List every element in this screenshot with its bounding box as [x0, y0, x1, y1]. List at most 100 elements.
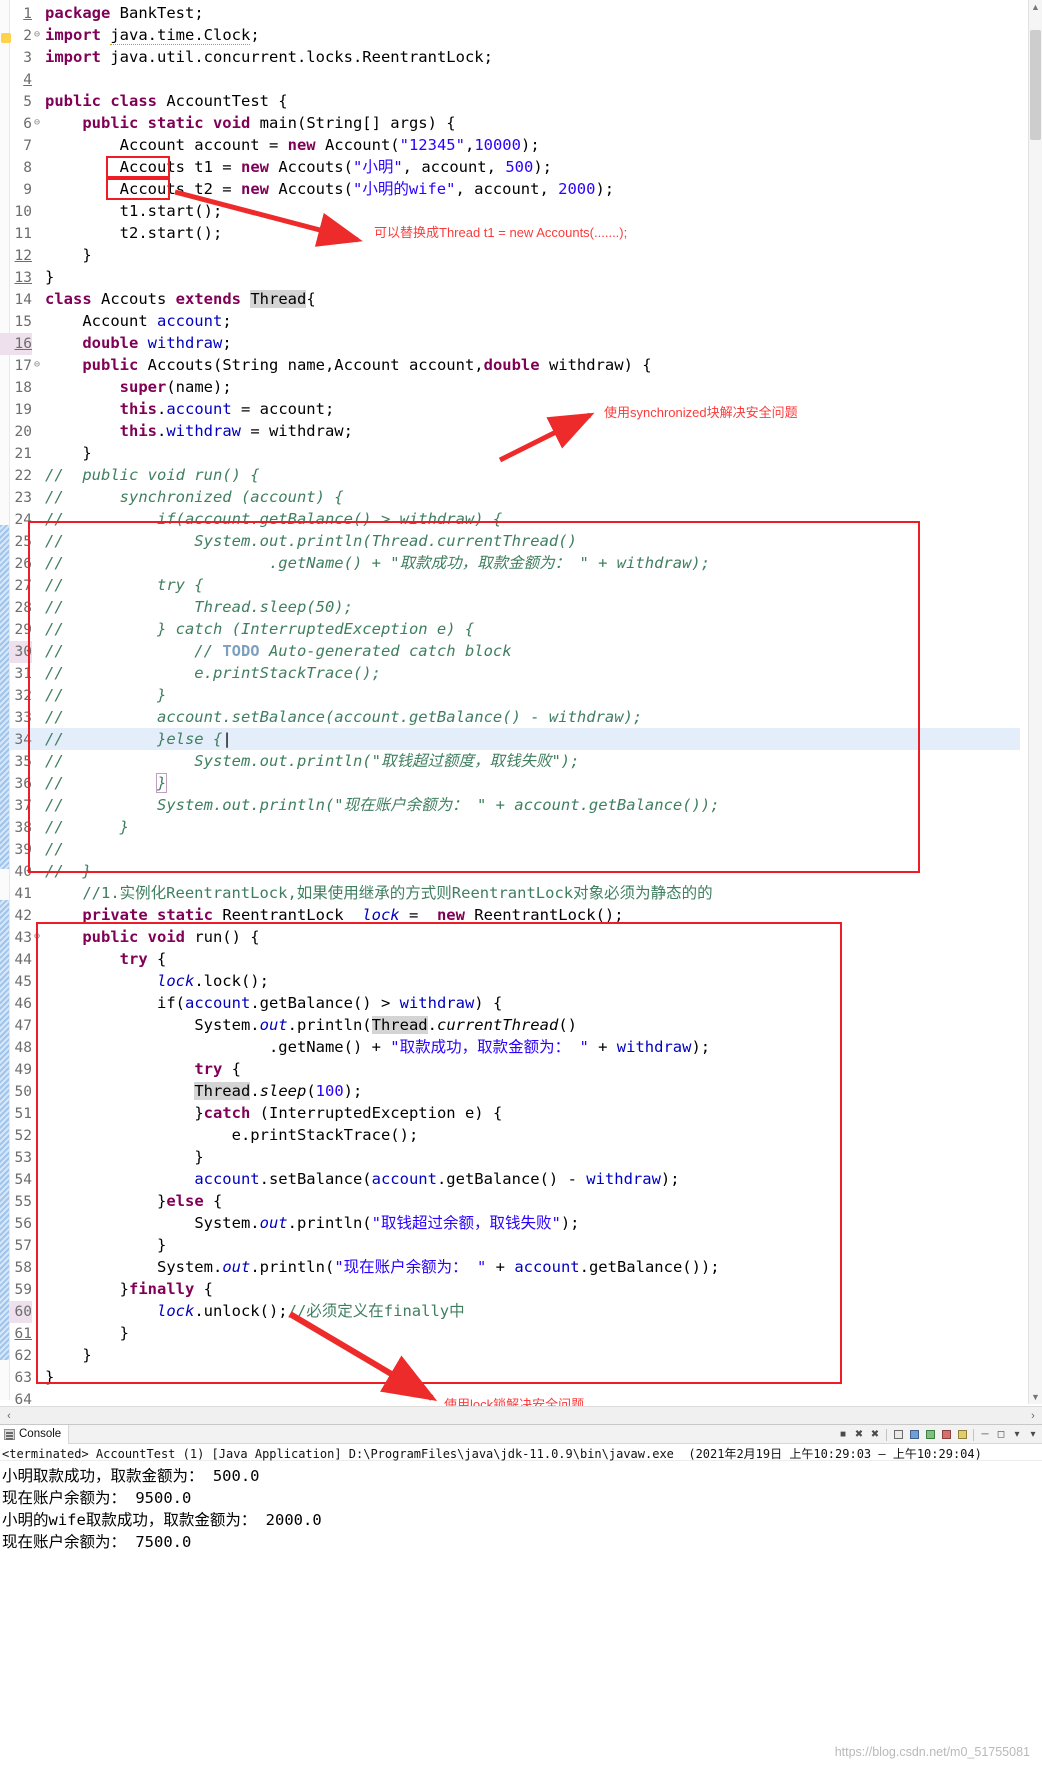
warning-marker-icon[interactable] — [1, 33, 11, 43]
vertical-scroll-thumb[interactable] — [1030, 30, 1041, 140]
code-line[interactable]: 18 super(name); — [0, 376, 1020, 398]
code-line[interactable]: 53 } — [0, 1146, 1020, 1168]
code-line[interactable]: 62 } — [0, 1344, 1020, 1366]
scroll-down-button[interactable]: ▼ — [1029, 1390, 1042, 1404]
maximize-icon[interactable]: ◻ — [994, 1427, 1008, 1442]
code-line[interactable]: 27// try { — [0, 574, 1020, 596]
code-line[interactable]: 41 //1.实例化ReentrantLock,如果使用继承的方式则Reentr… — [0, 882, 1020, 904]
code-line[interactable]: 45 lock.lock(); — [0, 970, 1020, 992]
code-line[interactable]: 15 Account account; — [0, 310, 1020, 332]
code-line[interactable]: 3 import java.util.concurrent.locks.Reent… — [0, 46, 1020, 68]
code-line[interactable]: 49 try { — [0, 1058, 1020, 1080]
code-line[interactable]: 46 if(account.getBalance() > withdraw) { — [0, 992, 1020, 1014]
terminate-icon[interactable]: ■ — [836, 1427, 850, 1442]
code-line[interactable]: 5 public class AccountTest { — [0, 90, 1020, 112]
open-console-icon[interactable] — [939, 1427, 953, 1442]
code-line[interactable]: 35// System.out.println("取钱超过额度，取钱失败"); — [0, 750, 1020, 772]
code-line[interactable]: 31// e.printStackTrace(); — [0, 662, 1020, 684]
code-line[interactable]: 50 Thread.sleep(100); — [0, 1080, 1020, 1102]
fold-toggle-icon[interactable]: ⊖ — [32, 112, 42, 134]
pin-console-icon[interactable] — [907, 1427, 921, 1442]
scroll-up-button[interactable]: ▲ — [1029, 0, 1042, 14]
console-toolbar[interactable]: ■ ✖ ✖ ─ ◻ ▾ ▾ — [836, 1425, 1040, 1444]
horizontal-scroll-track[interactable] — [18, 1407, 1024, 1424]
code-line[interactable]: 36// } — [0, 772, 1020, 794]
code-line[interactable]: 63} — [0, 1366, 1020, 1388]
view-menu-icon[interactable]: ▾ — [1026, 1427, 1040, 1442]
code-text: Accouts t2 = new Accouts("小明的wife", acco… — [119, 180, 615, 198]
scroll-right-button[interactable]: › — [1024, 1407, 1042, 1424]
code-text: import java.util.concurrent.locks.Reentr… — [45, 48, 493, 66]
fold-toggle-icon[interactable]: ⊖ — [32, 354, 42, 376]
scroll-left-button[interactable]: ‹ — [0, 1407, 18, 1424]
code-line[interactable]: 43 ⊖ public void run() { — [0, 926, 1020, 948]
code-line[interactable]: 30// // TODO Auto-generated catch block — [0, 640, 1020, 663]
code-line[interactable]: 58 System.out.println("现在账户余额为： " + acco… — [0, 1256, 1020, 1278]
code-line[interactable]: 7 Account account = new Account("12345",… — [0, 134, 1020, 156]
code-line[interactable]: 9 Accouts t2 = new Accouts("小明的wife", ac… — [0, 178, 1020, 200]
code-lines-container[interactable]: 1 package BankTest; 2 ⊖ import java.time.Clo… — [0, 0, 1020, 1410]
code-line[interactable]: 8 Accouts t1 = new Accouts("小明", account… — [0, 156, 1020, 178]
scroll-lock-icon[interactable] — [891, 1427, 905, 1442]
console-output[interactable]: 小明取款成功，取款金额为： 500.0 现在账户余额为： 9500.0 小明的wif… — [0, 1461, 1042, 1553]
chevron-down-icon[interactable]: ▾ — [1010, 1427, 1024, 1442]
code-line[interactable]: 20 this.withdraw = withdraw; — [0, 420, 1020, 442]
code-line[interactable]: 55 }else { — [0, 1190, 1020, 1212]
remove-all-terminated-icon[interactable]: ✖ — [868, 1427, 882, 1442]
editor-horizontal-scrollbar[interactable]: ‹ › — [0, 1406, 1042, 1424]
code-line[interactable]: 37// System.out.println("现在账户余额为： " + ac… — [0, 794, 1020, 816]
code-line[interactable]: 34// }else {| — [0, 728, 1020, 750]
code-line[interactable]: 57 } — [0, 1234, 1020, 1256]
code-line[interactable]: 29// } catch (InterruptedException e) { — [0, 618, 1020, 640]
display-selected-console-icon[interactable] — [923, 1427, 937, 1442]
annotation-synchronized: 使用synchronized块解决安全问题 — [604, 405, 798, 420]
code-line[interactable]: 22 // public void run() { — [0, 464, 1020, 486]
code-line[interactable]: 61 } — [0, 1322, 1020, 1344]
line-number: 22 — [14, 468, 32, 484]
code-line[interactable]: 25// System.out.println(Thread.currentTh… — [0, 530, 1020, 552]
line-number: 10 — [14, 204, 32, 220]
java-source-editor[interactable]: 1 package BankTest; 2 ⊖ import java.time.Clo… — [0, 0, 1042, 1424]
code-line[interactable]: 12 } — [0, 244, 1020, 266]
code-line[interactable]: 52 e.printStackTrace(); — [0, 1124, 1020, 1146]
code-line[interactable]: 40// } — [0, 860, 1020, 882]
code-line[interactable]: 51 }catch (InterruptedException e) { — [0, 1102, 1020, 1124]
code-line[interactable]: 42 private static ReentrantLock lock = n… — [0, 904, 1020, 926]
code-line[interactable]: 54 account.setBalance(account.getBalance… — [0, 1168, 1020, 1190]
code-line[interactable]: 47 System.out.println(Thread.currentThre… — [0, 1014, 1020, 1036]
code-line[interactable]: 19 this.account = account; — [0, 398, 1020, 420]
code-line[interactable]: 16 double withdraw; — [0, 332, 1020, 355]
code-line[interactable]: 48 .getName() + "取款成功，取款金额为： " + withdra… — [0, 1036, 1020, 1058]
code-line[interactable]: 32// } — [0, 684, 1020, 706]
code-line[interactable]: 17 ⊖ public Accouts(String name,Account a… — [0, 354, 1020, 376]
code-line[interactable]: 10 t1.start(); — [0, 200, 1020, 222]
fold-toggle-icon[interactable]: ⊖ — [32, 926, 42, 948]
code-text: // } — [45, 686, 167, 704]
word-wrap-icon[interactable] — [955, 1427, 969, 1442]
tab-console[interactable]: Console — [0, 1424, 70, 1444]
code-line[interactable]: 60 lock.unlock();//必须定义在finally中 — [0, 1300, 1020, 1323]
code-line[interactable]: 39// — [0, 838, 1020, 860]
code-line[interactable]: 59 }finally { — [0, 1278, 1020, 1300]
code-line[interactable]: 6 ⊖ public static void main(String[] args… — [0, 112, 1020, 134]
code-line[interactable]: 14 class Accouts extends Thread{ — [0, 288, 1020, 310]
remove-launch-icon[interactable]: ✖ — [852, 1427, 866, 1442]
code-line[interactable]: 21 } — [0, 442, 1020, 464]
code-line[interactable]: 4 — [0, 68, 1020, 90]
code-line[interactable]: 24// if(account.getBalance() > withdraw)… — [0, 508, 1020, 530]
code-line[interactable]: 2 ⊖ import java.time.Clock; — [0, 24, 1020, 46]
minimize-icon[interactable]: ─ — [978, 1427, 992, 1442]
fold-toggle-icon[interactable]: ⊖ — [32, 24, 42, 46]
code-text: //1.实例化ReentrantLock,如果使用继承的方式则Reentrant… — [82, 884, 713, 902]
code-line[interactable]: 56 System.out.println("取钱超过余额，取钱失败"); — [0, 1212, 1020, 1234]
code-text: try { — [194, 1060, 241, 1078]
code-line[interactable]: 28// Thread.sleep(50); — [0, 596, 1020, 618]
code-line[interactable]: 44 try { — [0, 948, 1020, 970]
code-line[interactable]: 1 package BankTest; — [0, 2, 1020, 24]
code-line[interactable]: 38// } — [0, 816, 1020, 838]
code-line[interactable]: 13} — [0, 266, 1020, 288]
code-line[interactable]: 33// account.setBalance(account.getBalan… — [0, 706, 1020, 728]
code-line[interactable]: 26// .getName() + "取款成功，取款金额为： " + withd… — [0, 552, 1020, 574]
code-line[interactable]: 23 // synchronized (account) { — [0, 486, 1020, 508]
editor-vertical-scrollbar[interactable]: ▲ ▼ — [1028, 0, 1042, 1404]
